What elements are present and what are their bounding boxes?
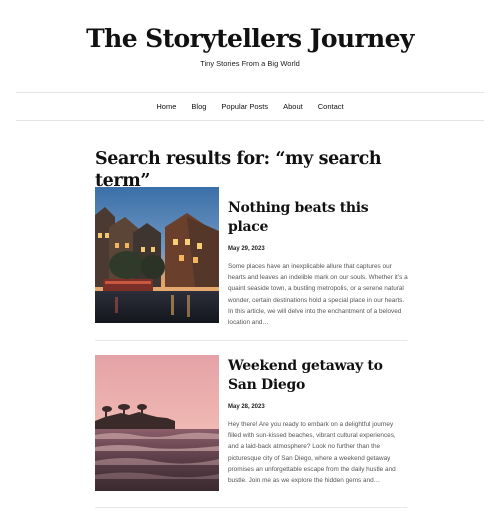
- post-divider: [95, 507, 407, 508]
- site-title[interactable]: The Storytellers Journey: [0, 24, 500, 54]
- post-title[interactable]: Nothing beats this place: [228, 199, 408, 237]
- post-divider: [95, 340, 407, 341]
- post-excerpt: Some places have an inexplicable allure …: [228, 263, 408, 327]
- post-card: Weekend getaway to San Diego May 28, 202…: [95, 355, 407, 491]
- post-card: Nothing beats this place May 29, 2023 So…: [95, 187, 408, 326]
- nav-item-home[interactable]: Home: [156, 102, 176, 111]
- post-thumbnail[interactable]: [95, 187, 219, 323]
- coastal-sunset-image: [95, 355, 219, 491]
- post-thumbnail[interactable]: [95, 355, 219, 491]
- search-results-heading: Search results for: “my search term”: [95, 149, 382, 191]
- nav-item-blog[interactable]: Blog: [191, 102, 206, 111]
- post-excerpt: Hey there! Are you ready to embark on a …: [228, 421, 396, 485]
- post-title[interactable]: Weekend getaway to San Diego: [228, 357, 408, 395]
- post-date: May 28, 2023: [228, 404, 265, 410]
- site-tagline: Tiny Stories From a Big World: [200, 59, 300, 68]
- nav-item-popular-posts[interactable]: Popular Posts: [221, 102, 268, 111]
- post-date: May 29, 2023: [228, 246, 265, 252]
- main-navigation: Home Blog Popular Posts About Contact: [16, 92, 484, 121]
- nav-item-contact[interactable]: Contact: [318, 102, 344, 111]
- post-body: Weekend getaway to San Diego May 28, 202…: [228, 355, 408, 486]
- riverside-town-image: [95, 187, 219, 323]
- post-body: Nothing beats this place May 29, 2023 So…: [228, 187, 408, 328]
- nav-item-about[interactable]: About: [283, 102, 303, 111]
